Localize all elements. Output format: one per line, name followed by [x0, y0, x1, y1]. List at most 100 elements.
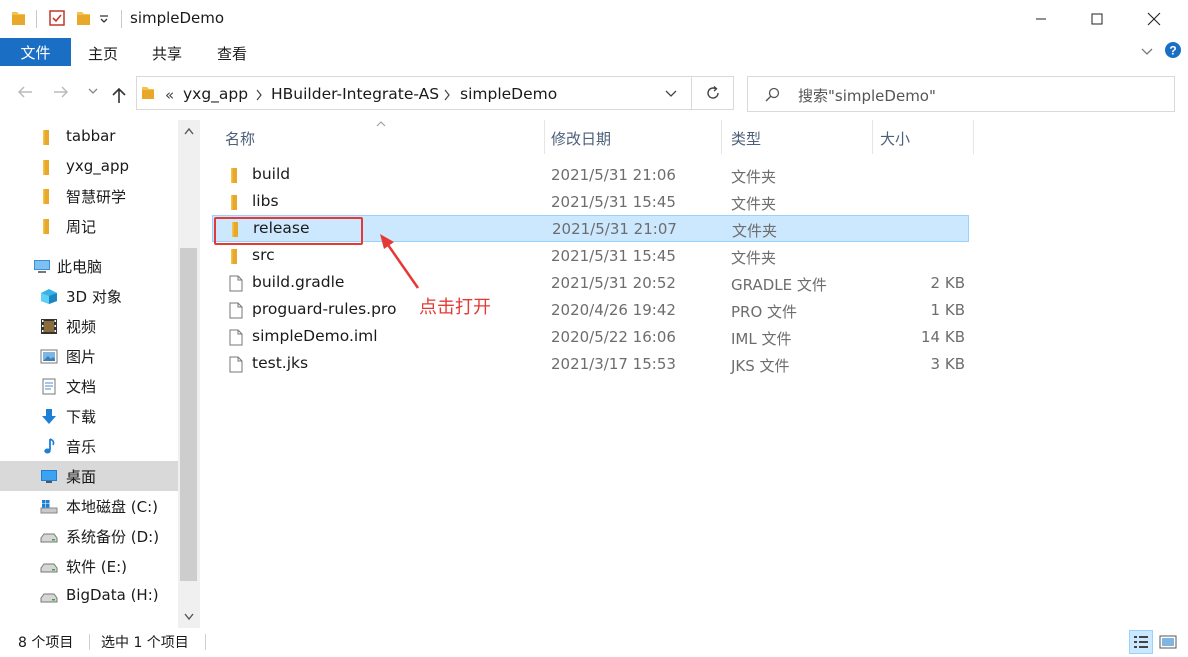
folder-icon	[43, 219, 49, 234]
file-name: test.jks	[252, 354, 309, 372]
nav-label: tabbar	[66, 127, 116, 145]
large-icons-view-icon	[1159, 635, 1177, 649]
nav-item-downloads[interactable]: 下载	[0, 401, 178, 431]
details-view-icon	[1134, 636, 1148, 648]
nav-item-documents[interactable]: 文档	[0, 371, 178, 401]
file-size: 14 KB	[921, 328, 965, 346]
nav-item-drive-h[interactable]: BigData (H:)	[0, 581, 178, 611]
scroll-down-button[interactable]	[178, 606, 200, 628]
nav-item-zhihui[interactable]: 智慧研学	[0, 181, 178, 211]
breadcrumb-yxg-app[interactable]: yxg_app	[183, 85, 248, 103]
file-date: 2020/4/26 19:42	[551, 301, 676, 319]
file-row-libs[interactable]: libs 2021/5/31 15:45 文件夹	[212, 189, 969, 216]
video-icon	[41, 319, 57, 334]
file-date: 2021/5/31 15:45	[551, 193, 676, 211]
file-date: 2021/5/31 21:06	[551, 166, 676, 184]
file-row-src[interactable]: src 2021/5/31 15:45 文件夹	[212, 243, 969, 270]
file-name: src	[252, 246, 275, 264]
address-history-chevron-icon[interactable]	[665, 90, 677, 98]
close-icon	[1147, 12, 1161, 26]
nav-item-desktop[interactable]: 桌面	[0, 461, 178, 491]
up-arrow-icon[interactable]	[111, 86, 127, 104]
refresh-button[interactable]	[692, 76, 734, 110]
nav-label: 系统备份 (D:)	[66, 528, 160, 546]
nav-item-videos[interactable]: 视频	[0, 311, 178, 341]
close-button[interactable]	[1131, 0, 1177, 38]
folder-icon[interactable]	[10, 9, 26, 27]
divider	[36, 10, 37, 28]
nav-item-drive-e[interactable]: 软件 (E:)	[0, 551, 178, 581]
nav-label: 3D 对象	[66, 288, 122, 306]
column-divider[interactable]	[973, 120, 974, 154]
search-icon	[765, 87, 780, 102]
address-bar[interactable]: « yxg_app HBuilder-Integrate-AS simpleDe…	[136, 76, 692, 110]
forward-arrow-icon[interactable]	[52, 84, 70, 100]
file-date: 2021/3/17 15:53	[551, 355, 676, 373]
tab-home[interactable]: 主页	[88, 43, 118, 64]
minimize-icon	[1036, 18, 1046, 20]
divider	[89, 634, 90, 650]
nav-item-pictures[interactable]: 图片	[0, 341, 178, 371]
search-input[interactable]: 搜索"simpleDemo"	[747, 76, 1175, 112]
nav-item-zhouji[interactable]: 周记	[0, 211, 178, 241]
tab-view[interactable]: 查看	[217, 43, 247, 64]
column-header-date[interactable]: 修改日期	[545, 120, 721, 154]
chevron-up-icon	[184, 127, 194, 135]
overflow-crumb[interactable]: «	[165, 86, 174, 104]
expand-ribbon-icon[interactable]	[1140, 44, 1154, 58]
back-arrow-icon[interactable]	[16, 84, 34, 100]
nav-item-drive-d[interactable]: 系统备份 (D:)	[0, 521, 178, 551]
file-row-simpledemo-iml[interactable]: simpleDemo.iml 2020/5/22 16:06 IML 文件 14…	[212, 324, 969, 351]
customize-dropdown-icon[interactable]	[99, 14, 109, 24]
column-header-size[interactable]: 大小	[873, 120, 973, 154]
minimize-button[interactable]	[1018, 0, 1064, 38]
drive-icon	[40, 563, 58, 573]
scroll-up-button[interactable]	[178, 120, 200, 142]
ribbon-tabs: 文件 主页 共享 查看 ?	[0, 38, 1188, 68]
nav-label: BigData (H:)	[66, 586, 159, 604]
file-row-proguard[interactable]: proguard-rules.pro 2020/4/26 19:42 PRO 文…	[212, 297, 969, 324]
file-name: libs	[252, 192, 279, 210]
windows-drive-icon	[40, 500, 58, 514]
folder-icon	[231, 249, 237, 264]
nav-item-3d-objects[interactable]: 3D 对象	[0, 281, 178, 311]
new-folder-icon[interactable]	[75, 9, 91, 27]
help-icon[interactable]: ?	[1164, 41, 1182, 59]
nav-label: 桌面	[66, 468, 97, 486]
file-icon	[229, 329, 243, 346]
nav-scrollbar[interactable]	[178, 120, 200, 628]
recent-locations-chevron-icon[interactable]	[88, 88, 98, 96]
file-size: 1 KB	[930, 301, 965, 319]
folder-icon	[231, 168, 237, 183]
properties-icon[interactable]	[48, 9, 66, 27]
details-view-button[interactable]	[1129, 630, 1153, 654]
nav-item-tabbar[interactable]: tabbar	[0, 122, 178, 152]
tab-file[interactable]: 文件	[0, 38, 71, 66]
scroll-thumb[interactable]	[180, 248, 197, 581]
file-row-build-gradle[interactable]: build.gradle 2021/5/31 20:52 GRADLE 文件 2…	[212, 270, 969, 297]
nav-item-drive-c[interactable]: 本地磁盘 (C:)	[0, 491, 178, 521]
file-date: 2021/5/31 21:07	[552, 220, 677, 238]
column-header-name[interactable]: 名称	[212, 120, 544, 154]
nav-item-music[interactable]: 音乐	[0, 431, 178, 461]
chevron-right-icon[interactable]	[443, 89, 451, 101]
nav-label: 此电脑	[57, 258, 103, 276]
file-name: build.gradle	[252, 273, 345, 291]
nav-label: yxg_app	[66, 157, 130, 175]
annotation-text: 点击打开	[419, 297, 491, 318]
breadcrumb-hbuilder[interactable]: HBuilder-Integrate-AS	[271, 85, 439, 103]
column-header-type[interactable]: 类型	[722, 120, 872, 154]
file-type: 文件夹	[732, 222, 778, 240]
file-row-build[interactable]: build 2021/5/31 21:06 文件夹	[212, 162, 969, 189]
breadcrumb-simpledemo[interactable]: simpleDemo	[460, 85, 557, 103]
file-row-test-jks[interactable]: test.jks 2021/3/17 15:53 JKS 文件 3 KB	[212, 351, 969, 378]
annotation-arrow-icon	[380, 234, 420, 289]
large-icons-view-button[interactable]	[1156, 630, 1180, 654]
nav-label: 文档	[66, 378, 97, 396]
chevron-right-icon[interactable]	[255, 89, 263, 101]
search-placeholder: 搜索"simpleDemo"	[798, 87, 936, 105]
nav-item-yxg-app[interactable]: yxg_app	[0, 152, 178, 182]
maximize-button[interactable]	[1074, 0, 1120, 38]
tab-share[interactable]: 共享	[152, 43, 182, 64]
nav-item-this-pc[interactable]: 此电脑	[0, 251, 178, 281]
